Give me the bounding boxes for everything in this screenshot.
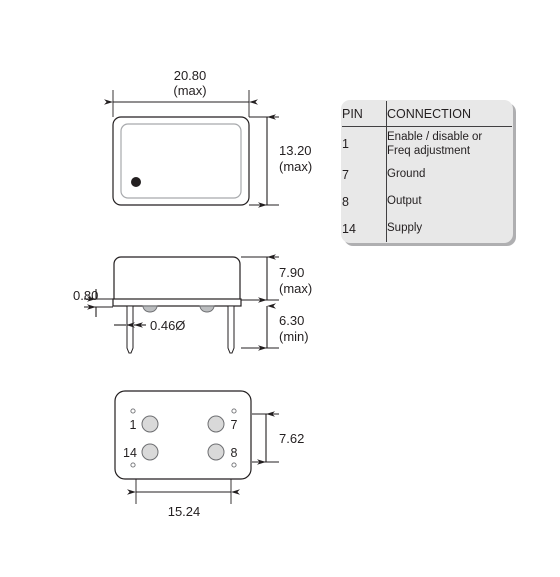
bottom-view-index-dot-7	[231, 408, 237, 414]
bottom-view-row-spacing-value: 7.62	[279, 431, 304, 446]
bottom-view-pin-label-7: 7	[231, 418, 238, 432]
bottom-view-index-dot-1	[130, 408, 136, 414]
table-cell-connection: Supply	[387, 222, 423, 235]
side-view-bump-left	[142, 305, 158, 313]
bottom-view-pin-label-8: 8	[231, 446, 238, 460]
bottom-view-pin-label-14: 14	[123, 446, 137, 460]
bottom-view-pad-1	[141, 415, 159, 433]
table-cell-pin: 1	[342, 126, 387, 161]
side-view-body	[113, 256, 241, 301]
side-view-body-height-qualifier: (max)	[279, 281, 312, 296]
side-view-lead-length-value: 6.30	[279, 313, 304, 328]
side-view-lead-left	[126, 305, 134, 354]
bottom-view-pitch-value: 15.24	[168, 504, 201, 519]
bottom-view-pad-14	[141, 443, 159, 461]
table-cell-connection: Ground	[387, 168, 426, 181]
pin-1-dot-icon	[131, 177, 141, 187]
bottom-view-index-dot-8	[231, 462, 237, 468]
bottom-view-pad-7	[207, 415, 225, 433]
mechanical-drawing: 20.80 (max) 13.20 (max) 0.80 0.46Ø 7.90 …	[0, 0, 560, 577]
table-cell-pin: 14	[342, 215, 387, 242]
connection-line-1: Enable / disable or	[387, 130, 483, 143]
bottom-view-group: 1 7 14 8 7.62 15.24	[114, 390, 304, 519]
connection-line-2: Freq adjustment	[387, 145, 471, 157]
side-view-lead-length-qualifier: (min)	[279, 329, 309, 344]
table-cell-connection: Output	[387, 195, 422, 208]
table-row: 14 Supply	[342, 215, 512, 242]
table-cell-pin: 8	[342, 188, 387, 215]
table-cell-connection: Enable / disable or Freq adjustment	[387, 127, 513, 162]
table-row: 8 Output	[342, 188, 512, 215]
pin-connection-table: PIN CONNECTION 1 Enable / disable or Fre…	[341, 100, 513, 243]
table-header-row: PIN CONNECTION	[342, 101, 512, 127]
side-view-bump-right	[199, 305, 215, 313]
pin-connection-table-wrapper: PIN CONNECTION 1 Enable / disable or Fre…	[341, 100, 516, 246]
side-view-group: 0.80 0.46Ø 7.90 (max) 6.30 (min)	[73, 254, 312, 354]
side-view-body-height-value: 7.90	[279, 265, 304, 280]
top-view-width-qualifier: (max)	[173, 83, 206, 98]
table-cell-pin: 7	[342, 161, 387, 188]
package-outline-drawing: 20.80 (max) 13.20 (max) 0.80 0.46Ø 7.90 …	[73, 68, 312, 519]
side-view-lead-right	[227, 305, 235, 354]
top-view-height-qualifier: (max)	[279, 159, 312, 174]
side-view-seating-value: 0.80	[73, 288, 98, 303]
top-view-body-inner-outline	[120, 123, 242, 199]
side-view-base-plate	[112, 298, 242, 307]
table-header-pin: PIN	[342, 101, 387, 127]
top-view-group: 20.80 (max) 13.20 (max)	[104, 68, 312, 208]
bottom-view-pin-label-1: 1	[130, 418, 137, 432]
side-view-lead-diameter-value: 0.46Ø	[150, 318, 185, 333]
bottom-view-pad-8	[207, 443, 225, 461]
table-header-connection: CONNECTION	[386, 101, 512, 127]
table-row: 7 Ground	[342, 161, 512, 188]
bottom-view-index-dot-14	[130, 462, 136, 468]
top-view-height-value: 13.20	[279, 143, 312, 158]
top-view-width-value: 20.80	[174, 68, 207, 83]
table-row: 1 Enable / disable or Freq adjustment	[342, 126, 513, 162]
